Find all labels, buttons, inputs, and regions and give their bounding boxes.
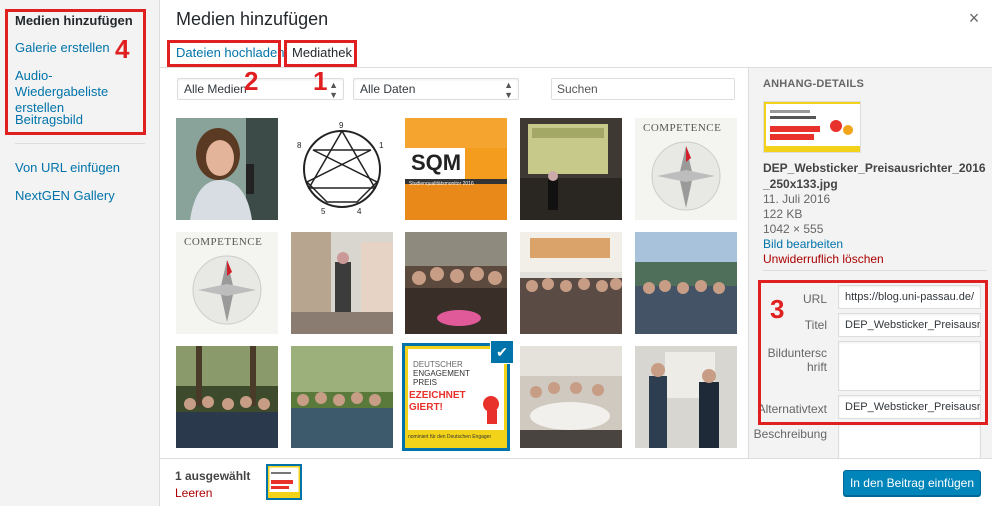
competence-text: COMPETENCE	[643, 122, 722, 134]
group-hall-image	[520, 232, 622, 334]
attachment-thumb-enneagram[interactable]: 9 1 8 5 4	[291, 118, 393, 220]
sqm-text: SQM	[411, 150, 462, 175]
caption-label: Bildunterschrift	[767, 346, 827, 374]
select-arrows-icon: ▲ ▼	[504, 80, 513, 100]
attachment-thumb-workshop[interactable]	[520, 346, 622, 448]
annotation-number-2: 2	[244, 66, 259, 96]
group-outdoor-image	[635, 232, 737, 334]
group-field-image	[291, 346, 393, 448]
filter-media-type-value: Alle Medien	[184, 82, 247, 96]
dep-line2-text: ENGAGEMENT	[413, 369, 470, 378]
dep-sticker-mini	[268, 466, 300, 498]
tab-media-library[interactable]: Mediathek	[288, 44, 356, 62]
attachment-thumb-group-hall[interactable]	[520, 232, 622, 334]
annotation-number-3: 3	[770, 294, 785, 324]
menu-item-create-playlist[interactable]: Audio-Wiedergabeliste erstellen	[15, 68, 145, 116]
group-classroom-image	[405, 232, 507, 334]
attachment-thumb-group-classroom[interactable]	[405, 232, 507, 334]
filter-date-select[interactable]: Alle Daten ▲ ▼	[353, 78, 519, 100]
selection-count: 1 ausgewählt	[175, 469, 251, 483]
filter-date-value: Alle Daten	[360, 82, 416, 96]
dep-line1-text: DEUTSCHER	[413, 360, 463, 369]
insert-into-post-button[interactable]: In den Beitrag einfügen	[843, 470, 981, 496]
attachment-thumb-group-forest[interactable]	[176, 346, 278, 448]
close-icon[interactable]: ×	[964, 8, 984, 28]
attachments-grid: 9 1 8 5 4 SQM Studienqualitätsmonitor 20…	[160, 108, 748, 458]
url-label: URL	[802, 292, 827, 306]
sqm-sub-text: Studienqualitätsmonitor 2016	[409, 181, 474, 187]
details-thumbnail	[763, 101, 861, 153]
attachment-thumb-group-field[interactable]	[291, 346, 393, 448]
annotation-number-4: 4	[115, 34, 130, 64]
workshop-image	[520, 346, 622, 448]
details-date: 11. Juli 2016	[763, 192, 831, 206]
group-forest-image	[176, 346, 278, 448]
lecture-image	[520, 118, 622, 220]
details-heading: ANHANG-DETAILS	[763, 78, 864, 90]
delete-permanently-link[interactable]: Unwiderruflich löschen	[763, 252, 884, 267]
dep-sticker-preview	[764, 102, 860, 152]
attachment-details-panel: ANHANG-DETAILS DEP_Websticker_Preisausri…	[748, 68, 992, 458]
caption-field[interactable]	[838, 341, 981, 391]
attachment-thumb-group-outdoor[interactable]	[635, 232, 737, 334]
enneagram-image: 9 1 8 5 4	[291, 118, 393, 220]
title-label: Titel	[804, 318, 827, 332]
exhibition-image	[291, 232, 393, 334]
svg-text:5: 5	[321, 207, 326, 216]
media-toolbar-bottom: 1 ausgewählt Leeren In den Beitrag einfü…	[160, 458, 992, 506]
page-title: Medien hinzufügen	[176, 9, 329, 29]
description-label: Beschreibung	[753, 427, 827, 441]
attachment-thumb-presentation[interactable]	[635, 346, 737, 448]
menu-item-add-media[interactable]: Medien hinzufügen	[15, 13, 133, 29]
selection-thumbnail[interactable]	[266, 464, 302, 500]
details-filesize: 122 KB	[763, 207, 803, 221]
details-separator	[763, 270, 987, 271]
attachment-thumb-competence-1[interactable]: COMPETENCE	[635, 118, 737, 220]
url-field[interactable]: https://blog.uni-passau.de/	[838, 285, 981, 309]
annotation-number-1: 1	[313, 66, 328, 96]
dep-award-text: EZEICHNET GIERT!	[409, 390, 466, 413]
menu-item-nextgen-gallery[interactable]: NextGEN Gallery	[15, 188, 115, 204]
details-dimensions: 1042 × 555	[763, 222, 824, 236]
menu-item-create-gallery[interactable]: Galerie erstellen	[15, 40, 110, 56]
portrait-image	[176, 118, 278, 220]
edit-image-link[interactable]: Bild bearbeiten	[763, 237, 843, 252]
svg-text:8: 8	[297, 141, 302, 150]
menu-separator	[15, 143, 145, 144]
title-field[interactable]: DEP_Websticker_Preisausric	[838, 313, 981, 337]
media-modal: Medien hinzufügen Galerie erstellen Audi…	[0, 0, 992, 506]
svg-text:4: 4	[357, 207, 362, 216]
attachment-thumb-lecture[interactable]	[520, 118, 622, 220]
alt-text-label: Alternativtext	[757, 402, 827, 416]
selected-check-icon[interactable]: ✔	[491, 341, 513, 363]
tab-upload-files[interactable]: Dateien hochladen	[172, 44, 288, 62]
competence-text: COMPETENCE	[184, 236, 263, 248]
attachment-thumb-sqm[interactable]: SQM Studienqualitätsmonitor 2016	[405, 118, 507, 220]
dep-line3-text: PREIS	[413, 378, 438, 387]
media-menu-sidebar: Medien hinzufügen Galerie erstellen Audi…	[0, 0, 160, 506]
details-filename: DEP_Websticker_Preisausrichter_2016_250x…	[763, 161, 986, 191]
attachment-thumb-competence-2[interactable]: COMPETENCE	[176, 232, 278, 334]
attachment-thumb-portrait[interactable]	[176, 118, 278, 220]
alt-text-field[interactable]: DEP_Websticker_Preisausric	[838, 395, 981, 419]
description-field[interactable]	[838, 424, 981, 458]
search-input[interactable]	[551, 78, 735, 100]
presentation-image	[635, 346, 737, 448]
menu-item-featured-image[interactable]: Beitragsbild	[15, 112, 83, 128]
svg-text:9: 9	[339, 121, 344, 130]
select-arrows-icon: ▲ ▼	[329, 80, 338, 100]
svg-text:1: 1	[379, 141, 384, 150]
attachment-thumb-exhibition[interactable]	[291, 232, 393, 334]
menu-item-insert-from-url[interactable]: Von URL einfügen	[15, 160, 120, 176]
clear-selection-link[interactable]: Leeren	[175, 486, 212, 500]
dep-foot-text: nominiert für den Deutschen Engager	[408, 434, 492, 440]
